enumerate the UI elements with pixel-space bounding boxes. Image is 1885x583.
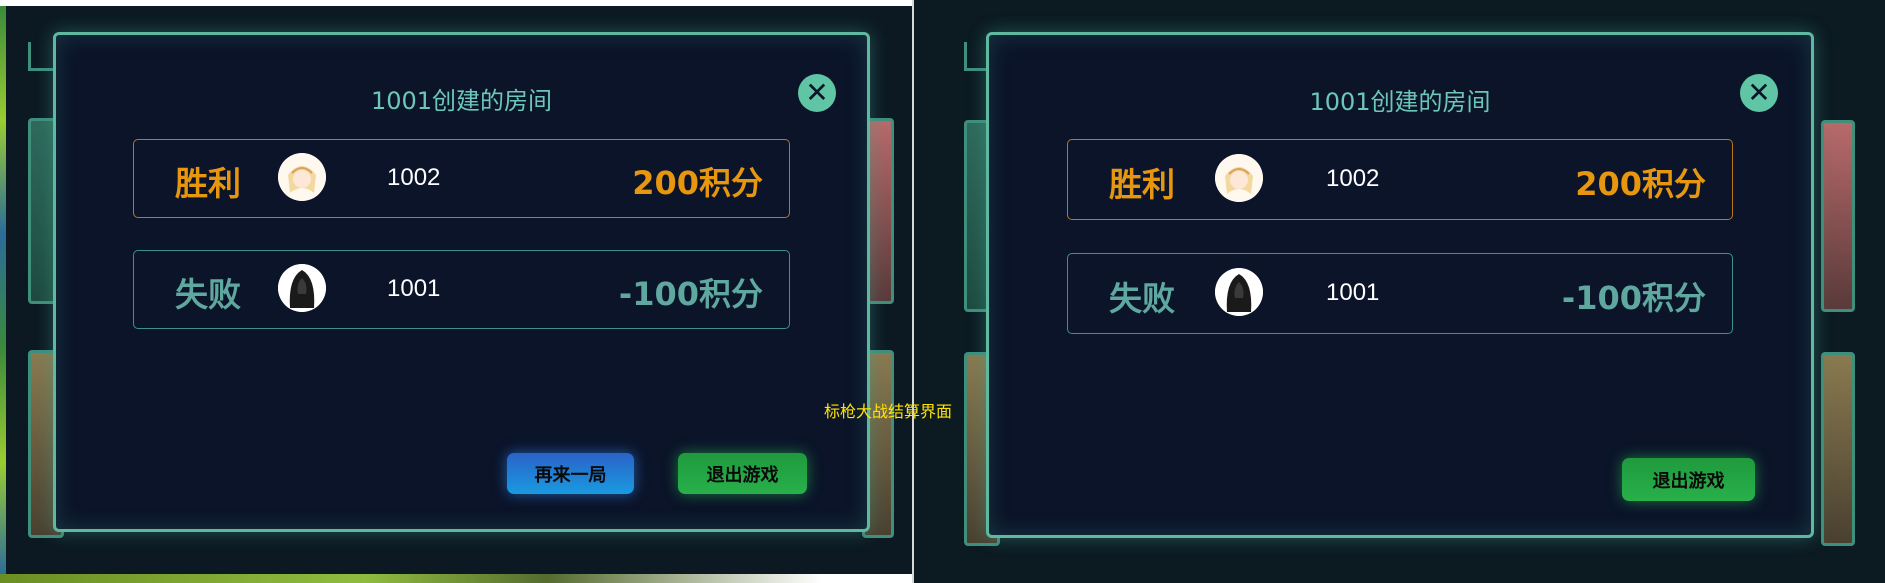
dialog-title: 1001创建的房间 bbox=[1309, 88, 1491, 116]
play-again-button[interactable]: 再来一局 bbox=[507, 453, 634, 494]
result-row-win: 胜利 1002 200积分 bbox=[1067, 139, 1733, 220]
desktop-left-strip bbox=[0, 6, 6, 576]
player-id: 1001 bbox=[387, 275, 441, 302]
exit-game-button[interactable]: 退出游戏 bbox=[1622, 458, 1755, 501]
dialog-title: 1001创建的房间 bbox=[370, 87, 553, 115]
player-id: 1002 bbox=[387, 164, 441, 191]
score-value: -100积分 bbox=[618, 275, 763, 313]
left-game-screen: 1001创建的房间 ✕ 胜利 1002 200积分 失败 1001 -100积分… bbox=[0, 0, 913, 583]
close-button[interactable]: ✕ bbox=[1740, 74, 1778, 112]
result-row-win: 胜利 1002 200积分 bbox=[133, 139, 790, 218]
right-game-screen: 1001创建的房间 ✕ 胜利 1002 200积分 失败 1001 -100积分… bbox=[914, 0, 1885, 583]
score-value: 200积分 bbox=[632, 164, 763, 202]
hooded-figure-avatar bbox=[278, 264, 326, 312]
player-id: 1002 bbox=[1326, 165, 1380, 192]
anime-girl-avatar bbox=[278, 153, 326, 201]
close-button[interactable]: ✕ bbox=[798, 74, 836, 112]
result-label: 胜利 bbox=[1109, 165, 1175, 204]
close-icon: ✕ bbox=[805, 76, 829, 109]
lobby-card[interactable] bbox=[1821, 120, 1855, 312]
desktop-bottom-strip bbox=[0, 574, 913, 583]
settlement-dialog: 1001创建的房间 ✕ 胜利 1002 200积分 失败 1001 -100积分… bbox=[53, 32, 870, 532]
result-row-lose: 失败 1001 -100积分 bbox=[1067, 253, 1733, 334]
lobby-card[interactable] bbox=[1821, 352, 1855, 546]
anime-girl-avatar bbox=[1215, 154, 1263, 202]
result-label: 胜利 bbox=[175, 164, 241, 203]
exit-game-button[interactable]: 退出游戏 bbox=[678, 453, 807, 494]
score-value: -100积分 bbox=[1561, 279, 1706, 317]
screenshot-caption: 标枪大战结算界面 bbox=[824, 402, 953, 421]
player-id: 1001 bbox=[1326, 279, 1380, 306]
score-value: 200积分 bbox=[1575, 165, 1706, 203]
desktop-top-strip bbox=[0, 0, 913, 6]
result-label: 失败 bbox=[1109, 279, 1175, 318]
hooded-figure-avatar bbox=[1215, 268, 1263, 316]
result-label: 失败 bbox=[175, 275, 241, 314]
result-row-lose: 失败 1001 -100积分 bbox=[133, 250, 790, 329]
close-icon: ✕ bbox=[1747, 76, 1771, 109]
settlement-dialog: 1001创建的房间 ✕ 胜利 1002 200积分 失败 1001 -100积分… bbox=[986, 32, 1814, 538]
